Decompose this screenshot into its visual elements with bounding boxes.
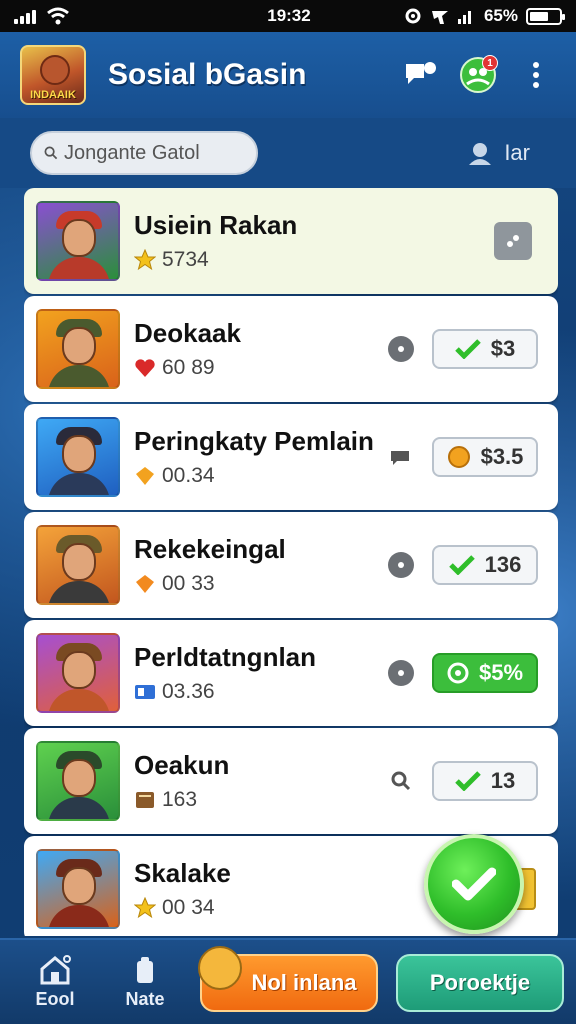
status-time: 19:32 [267, 6, 311, 25]
nav-notes[interactable]: Nate [100, 955, 190, 1010]
item-score: 00 34 [162, 896, 215, 919]
action-value: $5% [478, 660, 524, 685]
friends-button[interactable]: 1 [458, 55, 498, 95]
list-item[interactable]: Rekekeingal 00 33 136 [24, 512, 558, 618]
primary-action-button[interactable]: Nol inlana [198, 946, 378, 1012]
id-card-icon [134, 681, 156, 703]
gem-icon [134, 465, 156, 487]
avatar [36, 309, 120, 389]
item-score: 163 [162, 788, 198, 811]
wifi-icon [47, 7, 69, 25]
secondary-action-button[interactable]: Poroektje [396, 954, 564, 1012]
home-icon [40, 954, 71, 984]
item-name: Peringkaty Pemlain [134, 426, 374, 456]
item-score: 5734 [162, 248, 209, 271]
app-logo[interactable]: INDAAIK [20, 45, 86, 105]
page-title: Sosial bGasin [108, 58, 307, 91]
check-icon [454, 339, 481, 359]
coin-icon [447, 446, 470, 468]
chat-bubble-icon [388, 444, 414, 470]
search-small-icon [388, 768, 414, 794]
star-icon [134, 897, 156, 919]
status-dot-icon [388, 660, 414, 686]
app-header: INDAAIK Sosial bGasin 1 [0, 32, 576, 118]
action-value: $3.5 [480, 444, 524, 469]
airplane-icon [431, 11, 448, 24]
list-item[interactable]: Perldtatngnlan 03.36 $5% [24, 620, 558, 726]
status-dot-icon [388, 552, 414, 578]
friends-list: Usiein Rakan 5734 Deokaak 60 89 $3 Perin… [24, 188, 558, 936]
more-menu-button[interactable] [516, 55, 556, 95]
user-search-icon[interactable] [466, 139, 494, 167]
secondary-action-label: Poroektje [429, 970, 531, 995]
action-pill[interactable]: $3 [432, 329, 538, 369]
list-item[interactable]: Usiein Rakan 5734 [24, 188, 558, 294]
item-score: 00.34 [162, 464, 215, 487]
item-score: 00 33 [162, 572, 215, 595]
search-side-label[interactable]: Iar [504, 140, 530, 166]
item-name: Deokaak [134, 318, 241, 348]
battery-percent: 65% [483, 6, 518, 25]
item-score: 60 89 [162, 356, 215, 379]
chat-icon [406, 62, 436, 84]
status-bar: 19:32 65% [0, 0, 576, 32]
pet-icon [198, 946, 242, 990]
notification-badge: 1 [482, 55, 498, 71]
action-pill-active[interactable]: $5% [432, 653, 538, 693]
avatar [36, 849, 120, 929]
avatar [36, 417, 120, 497]
action-value: 13 [490, 768, 516, 793]
check-icon [448, 555, 475, 575]
nav-home[interactable]: Eool [10, 954, 100, 1010]
avatar [36, 633, 120, 713]
logo-text: INDAAIK [30, 89, 76, 101]
item-name: Rekekeingal [134, 534, 286, 564]
avatar [36, 741, 120, 821]
item-name: Oeakun [134, 750, 230, 780]
cell-signal-icon [457, 11, 471, 24]
search-bar[interactable] [30, 131, 258, 175]
action-value: 136 [484, 552, 522, 577]
confirm-fab-button[interactable] [424, 834, 524, 934]
heart-icon [134, 357, 156, 379]
target-icon [447, 662, 469, 684]
game-action-button[interactable] [494, 222, 532, 260]
action-pill[interactable]: 136 [432, 545, 538, 585]
avatar [36, 201, 120, 281]
kebab-icon [533, 62, 539, 68]
item-name: Usiein Rakan [134, 210, 298, 240]
action-value: $3 [490, 336, 516, 361]
signal-icon [14, 8, 36, 24]
item-name: Perldtatngnlan [134, 642, 317, 672]
action-pill[interactable]: $3.5 [432, 437, 538, 477]
bottom-nav: Eool Nate Nol inlana Poroektje [0, 938, 576, 1024]
book-icon [134, 789, 156, 811]
nav-notes-label: Nate [125, 988, 165, 1009]
star-icon [134, 249, 156, 271]
avatar [36, 525, 120, 605]
search-row: Iar [0, 118, 576, 188]
list-item[interactable]: Deokaak 60 89 $3 [24, 296, 558, 402]
notes-icon [137, 956, 153, 983]
gem-icon [134, 573, 156, 595]
gamepad-icon [507, 235, 519, 247]
sync-icon [405, 8, 421, 24]
list-item[interactable]: Oeakun 163 13 [24, 728, 558, 834]
chat-button[interactable] [400, 55, 440, 95]
item-score: 03.36 [162, 680, 215, 703]
search-icon [44, 146, 58, 160]
status-dot-icon [388, 336, 414, 362]
checkmark-icon [452, 867, 496, 901]
check-icon [454, 771, 481, 791]
nav-home-label: Eool [35, 988, 75, 1009]
primary-action-label: Nol inlana [251, 970, 357, 995]
battery-icon [526, 7, 565, 25]
action-pill[interactable]: 13 [432, 761, 538, 801]
search-input[interactable] [64, 141, 244, 165]
list-item[interactable]: Peringkaty Pemlain 00.34 $3.5 [24, 404, 558, 510]
